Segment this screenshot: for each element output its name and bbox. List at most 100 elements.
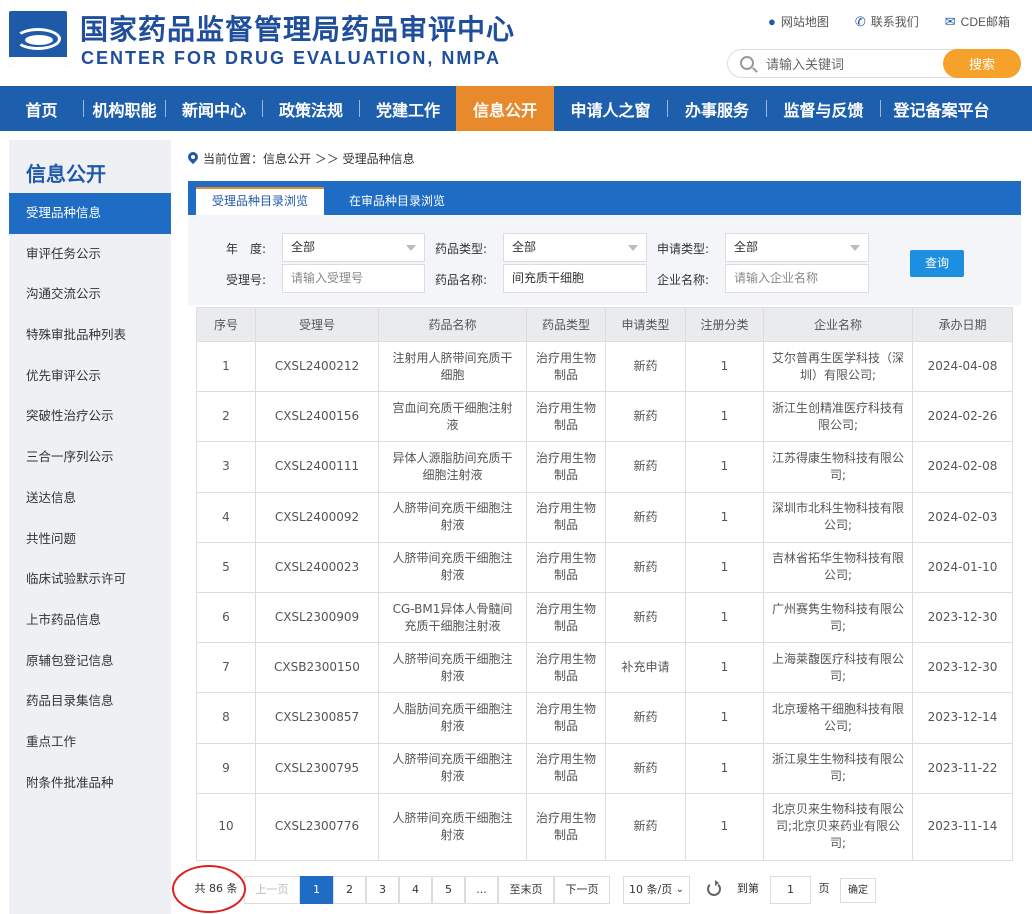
last-page-button[interactable]: 至末页 — [498, 876, 554, 904]
page-5-button[interactable]: 5 — [432, 876, 465, 904]
table-row[interactable]: 6 CXSL2300909 CG-BM1异体人骨髓间充质干细胞注射液 治疗用生物制品新… — [196, 591, 1013, 644]
sidebar-item-key-work[interactable]: 重点工作 — [9, 722, 171, 763]
search-button[interactable]: 搜索 — [943, 49, 1021, 78]
table-row[interactable]: 9 CXSL2300795 人脐带间充质干细胞注射液 治疗用生物制品 新药 1 浙江泉生生物… — [196, 742, 1013, 794]
nav-news[interactable]: 新闻中心 — [166, 86, 262, 131]
sidebar-item-priority-review[interactable]: 优先审评公示 — [9, 356, 171, 397]
page-1-button[interactable]: 1 — [300, 876, 333, 904]
results-table: 序号 受理号 药品名称 药品类型 申请类型 注册分类 企业名称 承办日期 1 CX… — [196, 307, 1013, 861]
table-row[interactable]: 1 CXSL2400212 注射用人脐带间充质干细胞 治疗用生物制品 新药 1 艾尔普再生医… — [196, 340, 1013, 393]
table-row[interactable]: 4 CXSL2400092 人脐带间充质干细胞注射液 治疗用生物制品 新药 1 深圳市北科生… — [196, 491, 1013, 543]
table-row[interactable]: 7 CXSB2300150 人脐带间充质干细胞注射液 治疗用生物制品 补充申请 1 上海莱馥… — [196, 642, 1013, 694]
year-select[interactable]: 全部 — [282, 233, 425, 262]
cell-app-type: 新药 — [605, 340, 686, 393]
contact-link[interactable]: ✆ 联系我们 — [855, 13, 919, 30]
cell-app-type: 新药 — [605, 591, 686, 644]
page-4-button[interactable]: 4 — [399, 876, 432, 904]
goto-page-input[interactable]: 1 — [770, 876, 811, 904]
filter-area: 年 度: 全部 药品类型: 全部 申请类型: 全部 受理号: 请输入受理号 药品… — [188, 215, 1021, 305]
cell-drug-type: 治疗用生物制品 — [526, 441, 606, 493]
cell-drug-name: 人脂肪间充质干细胞注射液 — [378, 692, 527, 744]
col-header: 承办日期 — [912, 307, 1013, 342]
cell-reg-class: 1 — [685, 692, 764, 744]
cell-accept-no: CXSB2300150 — [255, 642, 379, 694]
cell-date: 2024-02-26 — [912, 391, 1013, 443]
refresh-icon[interactable] — [707, 880, 721, 896]
cell-drug-name: 人脐带间充质干细胞注射液 — [378, 792, 527, 861]
query-button[interactable]: 查询 — [910, 250, 964, 277]
app-type-label: 申请类型: — [657, 242, 710, 256]
site-header: 国家药品监督管理局药品审评中心 CENTER FOR DRUG EVALUATI… — [0, 0, 1032, 86]
table-row[interactable]: 8 CXSL2300857 人脂肪间充质干细胞注射液 治疗用生物制品 新药 1 北京瑷格干细… — [196, 692, 1013, 744]
nav-info-disclosure[interactable]: 信息公开 — [456, 86, 554, 131]
cell-company: 浙江泉生生物科技有限公司; — [763, 742, 913, 794]
company-input[interactable]: 请输入企业名称 — [725, 264, 869, 293]
page-ellipsis[interactable]: ... — [465, 876, 498, 904]
sidebar-item-common-issues[interactable]: 共性问题 — [9, 519, 171, 560]
col-header: 企业名称 — [763, 307, 913, 342]
cell-accept-no: CXSL2300776 — [255, 792, 379, 861]
app-type-select[interactable]: 全部 — [725, 233, 869, 262]
cell-company: 广州赛隽生物科技有限公司; — [763, 591, 913, 644]
nav-party[interactable]: 党建工作 — [360, 86, 456, 131]
cell-date: 2024-02-03 — [912, 491, 1013, 543]
cell-company: 北京贝来生物科技有限公司;北京贝来药业有限公司; — [763, 792, 913, 861]
table-row[interactable]: 2 CXSL2400156 宫血间充质干细胞注射液 治疗用生物制品 新药 1 浙江生创精准医… — [196, 391, 1013, 443]
nav-registration[interactable]: 登记备案平台 — [881, 86, 1002, 131]
drug-type-label: 药品类型: — [435, 242, 488, 256]
next-page-button[interactable]: 下一页 — [554, 876, 610, 904]
nav-policy[interactable]: 政策法规 — [263, 86, 359, 131]
per-page-select[interactable]: 10 条/页 ⌄ — [623, 876, 690, 904]
tab-accepted-catalog[interactable]: 受理品种目录浏览 — [196, 187, 325, 215]
sitemap-link[interactable]: ● 网站地图 — [768, 13, 829, 30]
drug-type-select[interactable]: 全部 — [503, 233, 647, 262]
page-2-button[interactable]: 2 — [333, 876, 366, 904]
sidebar-item-special-approval[interactable]: 特殊审批品种列表 — [9, 315, 171, 356]
table-row[interactable]: 10 CXSL2300776 人脐带间充质干细胞注射液 治疗用生物制品 新药 1 北京贝来生… — [196, 792, 1013, 861]
chevron-down-icon — [850, 245, 860, 251]
nav-services[interactable]: 办事服务 — [668, 86, 766, 131]
sidebar-item-marketed-drugs[interactable]: 上市药品信息 — [9, 600, 171, 641]
page-3-button[interactable]: 3 — [366, 876, 399, 904]
top-links: ● 网站地图 ✆ 联系我们 ✉ CDE邮箱 — [768, 13, 1010, 30]
cell-company: 艾尔普再生医学科技（深圳）有限公司; — [763, 340, 913, 393]
breadcrumb: 当前位置：信息公开 ＞＞ 受理品种信息 — [188, 150, 415, 167]
prev-page-button[interactable]: 上一页 — [244, 876, 300, 904]
sidebar-item-three-in-one[interactable]: 三合一序列公示 — [9, 437, 171, 478]
sidebar-item-breakthrough[interactable]: 突破性治疗公示 — [9, 396, 171, 437]
sidebar-item-clinical-trial[interactable]: 临床试验默示许可 — [9, 559, 171, 600]
table-row[interactable]: 5 CXSL2400023 人脐带间充质干细胞注射液 治疗用生物制品 新药 1 吉林省拓华生… — [196, 541, 1013, 593]
cell-app-type: 新药 — [605, 441, 686, 493]
nav-applicant-window[interactable]: 申请人之窗 — [554, 86, 667, 131]
nav-home[interactable]: 首页 — [0, 86, 83, 131]
sidebar-item-review-tasks[interactable]: 审评任务公示 — [9, 234, 171, 275]
cell-accept-no: CXSL2300795 — [255, 742, 379, 794]
sidebar-item-conditional-approval[interactable]: 附条件批准品种 — [9, 763, 171, 804]
cell-drug-name: 人脐带间充质干细胞注射液 — [378, 491, 527, 543]
sidebar-item-delivery[interactable]: 送达信息 — [9, 478, 171, 519]
mail-link[interactable]: ✉ CDE邮箱 — [945, 13, 1010, 30]
cell-accept-no: CXSL2400023 — [255, 541, 379, 593]
main-nav: 首页 机构职能 新闻中心 政策法规 党建工作 信息公开 申请人之窗 办事服务 监… — [0, 86, 1032, 131]
drug-name-input[interactable]: 间充质干细胞 — [503, 264, 647, 293]
chevron-down-icon — [406, 245, 416, 251]
company-label: 企业名称: — [657, 273, 710, 287]
sidebar-item-accepted[interactable]: 受理品种信息 — [9, 193, 171, 234]
nav-feedback[interactable]: 监督与反馈 — [767, 86, 880, 131]
goto-confirm-button[interactable]: 确定 — [840, 878, 876, 903]
cell-accept-no: CXSL2400156 — [255, 391, 379, 443]
tab-under-review-catalog[interactable]: 在审品种目录浏览 — [333, 187, 461, 215]
sidebar-item-communication[interactable]: 沟通交流公示 — [9, 274, 171, 315]
sidebar-item-drug-catalog[interactable]: 药品目录集信息 — [9, 681, 171, 722]
table-row[interactable]: 3 CXSL2400111 异体人源脂肪间充质干细胞注射液 治疗用生物制品 新药 1 江苏得… — [196, 441, 1013, 493]
nav-functions[interactable]: 机构职能 — [84, 86, 165, 131]
site-title-en: CENTER FOR DRUG EVALUATION, NMPA — [81, 48, 501, 68]
sidebar-item-excipient-registration[interactable]: 原辅包登记信息 — [9, 641, 171, 682]
cde-logo[interactable] — [9, 11, 67, 67]
cell-index: 4 — [196, 491, 256, 543]
cell-drug-name: 人脐带间充质干细胞注射液 — [378, 642, 527, 694]
cell-reg-class: 1 — [685, 591, 764, 644]
search-input[interactable] — [766, 54, 936, 74]
accept-no-input[interactable]: 请输入受理号 — [282, 264, 425, 293]
location-pin-icon: ● — [767, 14, 776, 29]
